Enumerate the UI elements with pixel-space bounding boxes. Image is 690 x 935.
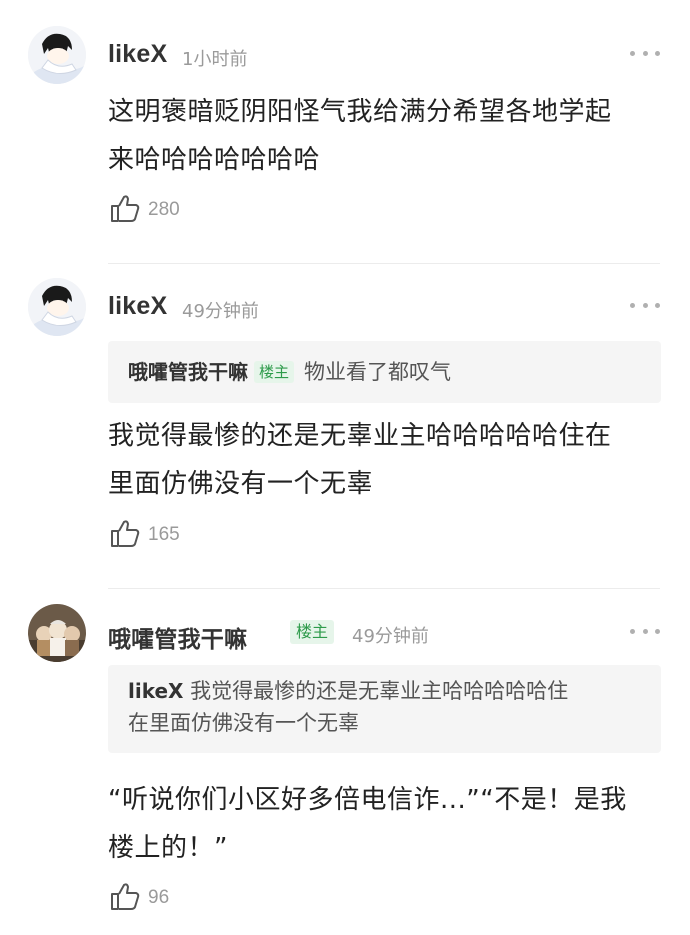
- divider: [108, 263, 660, 264]
- like-button[interactable]: 96: [110, 883, 169, 913]
- comment-time: 49分钟前: [352, 626, 429, 647]
- avatar[interactable]: [28, 278, 86, 336]
- quoted-reply[interactable]: 哦嚯管我干嘛 楼主 物业看了都叹气: [108, 341, 661, 403]
- comment-text-line: 这明褒暗贬阴阳怪气我给满分希望各地学起: [108, 97, 612, 127]
- avatar[interactable]: [28, 26, 86, 84]
- divider: [108, 588, 660, 589]
- comment-text-line: 楼上的！”: [108, 833, 228, 863]
- quoted-reply[interactable]: likeX 我觉得最惨的还是无辜业主哈哈哈哈哈住 在里面仿佛没有一个无辜: [108, 665, 661, 753]
- quote-line: 在里面仿佛没有一个无辜: [128, 711, 359, 735]
- comment-item: likeX 49分钟前 哦嚯管我干嘛 楼主 物业看了都叹气 我觉得最惨的还是无辜业主…: [0, 265, 690, 590]
- more-dots-icon[interactable]: [630, 48, 660, 58]
- comment-time: 49分钟前: [182, 301, 259, 322]
- quote-line: likeX 我觉得最惨的还是无辜业主哈哈哈哈哈住: [128, 675, 641, 707]
- comment-text: “听说你们小区好多倍电信诈...”“不是！是我 楼上的！”: [108, 776, 668, 872]
- more-dots-icon[interactable]: [630, 626, 660, 636]
- like-button[interactable]: 280: [110, 195, 180, 225]
- quote-author[interactable]: 哦嚯管我干嘛: [128, 360, 248, 384]
- username[interactable]: likeX: [108, 40, 167, 69]
- avatar[interactable]: [28, 604, 86, 662]
- comment-text-line: “听说你们小区好多倍电信诈...”“不是！是我: [108, 785, 627, 815]
- comment-text: 我觉得最惨的还是无辜业主哈哈哈哈哈住在 里面仿佛没有一个无辜: [108, 412, 668, 508]
- thumbs-up-icon: [110, 194, 140, 226]
- comment-text: 这明褒暗贬阴阳怪气我给满分希望各地学起 来哈哈哈哈哈哈哈: [108, 88, 668, 184]
- quote-author[interactable]: likeX: [128, 679, 183, 703]
- comment-item: 哦嚯管我干嘛 楼主 49分钟前 likeX 我觉得最惨的还是无辜业主哈哈哈哈哈住…: [0, 590, 690, 935]
- like-button[interactable]: 165: [110, 520, 180, 550]
- comment-text-line: 里面仿佛没有一个无辜: [108, 469, 374, 499]
- comment-time: 1小时前: [182, 49, 248, 70]
- op-badge: 楼主: [254, 361, 295, 383]
- quote-line: 哦嚯管我干嘛 楼主 物业看了都叹气: [128, 356, 641, 388]
- like-count: 280: [148, 199, 180, 220]
- more-dots-icon[interactable]: [630, 300, 660, 310]
- quote-text: 物业看了都叹气: [304, 360, 452, 384]
- like-count: 165: [148, 524, 180, 545]
- thumbs-up-icon: [110, 519, 140, 551]
- username[interactable]: likeX: [108, 292, 167, 321]
- quote-text: 我觉得最惨的还是无辜业主哈哈哈哈哈住: [190, 679, 569, 703]
- thumbs-up-icon: [110, 882, 140, 914]
- comment-text-line: 来哈哈哈哈哈哈哈: [108, 145, 321, 175]
- op-badge: 楼主: [290, 620, 335, 644]
- comment-text-line: 我觉得最惨的还是无辜业主哈哈哈哈哈住在: [108, 421, 612, 451]
- username[interactable]: 哦嚯管我干嘛: [108, 620, 247, 654]
- like-count: 96: [148, 887, 170, 908]
- comment-item: likeX 1小时前 这明褒暗贬阴阳怪气我给满分希望各地学起 来哈哈哈哈哈哈哈 …: [0, 0, 690, 265]
